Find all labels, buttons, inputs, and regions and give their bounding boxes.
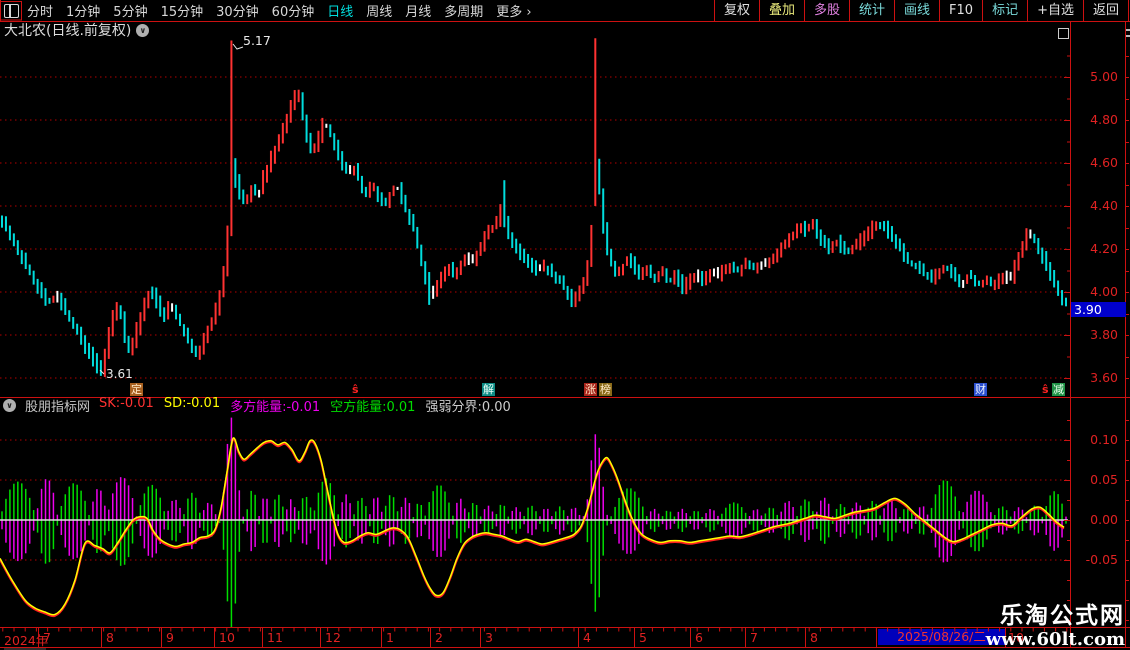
candlestick-chart[interactable] [0, 38, 1070, 398]
month-label: 5 [639, 630, 647, 645]
watermark: 乐淘公式网 www.60lt.com [986, 603, 1125, 650]
month-label: 7 [43, 630, 51, 645]
period-item-1分钟[interactable]: 1分钟 [66, 1, 100, 20]
price-tick-label: 4.20 [1076, 241, 1118, 256]
month-label: 8 [106, 630, 114, 645]
period-item-60分钟[interactable]: 60分钟 [272, 1, 315, 20]
month-label: 9 [166, 630, 174, 645]
tool-item-F10[interactable]: F10 [939, 0, 982, 21]
window-edge-icon [1126, 29, 1130, 31]
chart-title-row: 大北农(日线.前复权) ∨ [4, 22, 149, 38]
event-badge[interactable]: ŝ [351, 383, 360, 396]
period-item-30分钟[interactable]: 30分钟 [216, 1, 259, 20]
current-price-box: 3.90 [1071, 302, 1126, 317]
menubar: 分时 1分钟 5分钟 15分钟 30分钟 60分钟日线周线月线多周期更多 › 复权叠加多股… [0, 0, 1130, 21]
expand-panel-icon[interactable] [1058, 28, 1069, 39]
page-title: 大北农(日线.前复权) [4, 20, 131, 40]
month-label: 2024年 [4, 630, 48, 649]
event-badge[interactable]: 定 [130, 383, 143, 396]
indicator-value-undefined: 强弱分界:0.00 [425, 396, 510, 415]
event-badge[interactable]: 减 [1052, 383, 1065, 396]
oscillator-tick-label: 0.05 [1076, 472, 1118, 487]
high-annotation: 5.17 [243, 33, 271, 48]
month-label: 6 [695, 630, 703, 645]
price-tick-label: 4.00 [1076, 284, 1118, 299]
month-label: 12 [325, 630, 341, 645]
period-item-月线[interactable]: 月线 [405, 1, 431, 20]
indicator-values: SK:-0.01 SD:-0.01 多方能量:-0.01 空方能量:0.01 强弱分界:… [99, 396, 511, 415]
indicator-source[interactable]: 股朋指标网 [25, 396, 90, 415]
watermark-url: www.60lt.com [986, 629, 1125, 650]
month-label: 1 [386, 630, 394, 645]
tool-item-+自选[interactable]: +自选 [1027, 0, 1083, 21]
price-tick-label: 5.00 [1076, 69, 1118, 84]
price-tick-label: 4.60 [1076, 155, 1118, 170]
oscillator-chart[interactable] [0, 413, 1070, 627]
chevron-down-icon[interactable]: ∨ [136, 24, 149, 37]
period-item-更多 ›[interactable]: 更多 › [496, 1, 531, 20]
event-badge[interactable]: 解 [482, 383, 495, 396]
collapse-indicator-icon[interactable]: ∨ [3, 399, 16, 412]
period-item-15分钟[interactable]: 15分钟 [161, 1, 204, 20]
low-annotation: 3.61 [106, 367, 133, 381]
period-menu: 分时 1分钟 5分钟 15分钟 30分钟 60分钟日线周线月线多周期更多 › [27, 0, 532, 21]
period-item-日线[interactable]: 日线 [327, 1, 353, 20]
price-tick-label: 3.60 [1076, 370, 1118, 385]
month-label: 10 [219, 630, 235, 645]
tool-item-统计[interactable]: 统计 [849, 0, 894, 21]
window-edge-icon [1126, 35, 1130, 37]
oscillator-tick-label: 0.00 [1076, 512, 1118, 527]
panel-toggle-icon[interactable] [4, 4, 19, 18]
period-item-5分钟[interactable]: 5分钟 [113, 1, 147, 20]
event-badge[interactable]: 榜 [599, 383, 612, 396]
tool-item-返回[interactable]: 返回 [1083, 0, 1129, 21]
indicator-value-undefined: SK:-0.01 [99, 396, 154, 415]
tool-item-叠加[interactable]: 叠加 [759, 0, 804, 21]
indicator-header: ∨ 股朋指标网 SK:-0.01 SD:-0.01 多方能量:-0.01 空方能量:0… [3, 398, 511, 413]
event-badge[interactable]: 财 [974, 383, 987, 396]
month-label: 11 [267, 630, 283, 645]
event-badge[interactable]: ŝ [1041, 383, 1050, 396]
tool-item-多股[interactable]: 多股 [804, 0, 849, 21]
month-label: 7 [750, 630, 758, 645]
price-tick-label: 4.80 [1076, 112, 1118, 127]
tool-menu: 复权叠加多股统计画线F10标记+自选返回 [714, 0, 1129, 21]
event-badge[interactable]: 涨 [584, 383, 597, 396]
price-tick-label: 3.80 [1076, 327, 1118, 342]
indicator-value-undefined: SD:-0.01 [164, 396, 220, 415]
watermark-site-name: 乐淘公式网 [986, 603, 1125, 629]
oscillator-tick-label: -0.05 [1076, 552, 1118, 567]
tool-item-标记[interactable]: 标记 [982, 0, 1027, 21]
indicator-value-undefined: 空方能量:0.01 [330, 396, 415, 415]
period-item-分时[interactable]: 分时 [27, 1, 53, 20]
app-window: 分时 1分钟 5分钟 15分钟 30分钟 60分钟日线周线月线多周期更多 › 复权叠加多股… [0, 0, 1130, 650]
tool-item-复权[interactable]: 复权 [714, 0, 759, 21]
period-item-多周期[interactable]: 多周期 [444, 1, 483, 20]
period-item-周线[interactable]: 周线 [366, 1, 392, 20]
oscillator-tick-label: 0.10 [1076, 432, 1118, 447]
price-tick-label: 4.40 [1076, 198, 1118, 213]
tool-item-画线[interactable]: 画线 [894, 0, 939, 21]
month-label: 4 [583, 630, 591, 645]
date-axis[interactable]: 2025/08/26/二 10 2024年78910111212345678 [0, 628, 1130, 647]
month-label: 3 [485, 630, 493, 645]
month-label: 2 [435, 630, 443, 645]
month-label: 8 [810, 630, 818, 645]
indicator-value-undefined: 多方能量:-0.01 [230, 396, 320, 415]
